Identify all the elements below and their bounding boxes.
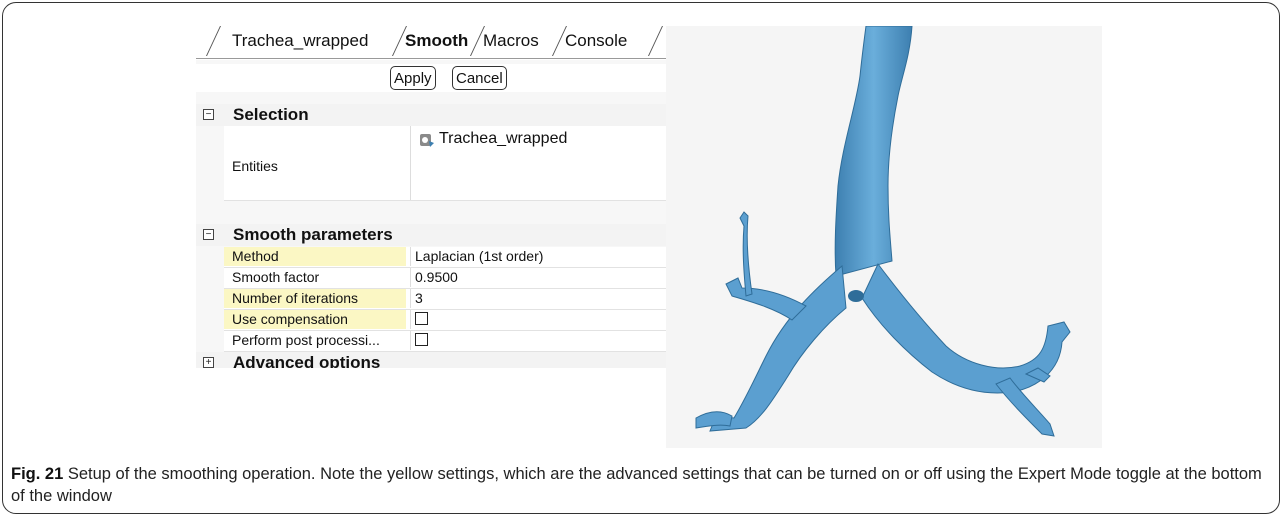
section-title: Advanced options [233, 353, 381, 368]
trachea-mesh-image [695, 25, 1071, 437]
expand-toggle-icon[interactable]: + [203, 357, 214, 368]
collapse-toggle-icon[interactable]: − [203, 229, 214, 240]
iterations-value[interactable]: 3 [410, 289, 668, 308]
param-row-use-compensation: Use compensation [224, 310, 668, 331]
use-compensation-checkbox[interactable] [415, 312, 428, 325]
tab-console[interactable]: Console [565, 28, 627, 54]
section-title: Smooth parameters [233, 225, 393, 244]
smooth-factor-value[interactable]: 0.9500 [410, 268, 668, 287]
caption-text: Setup of the smoothing operation. Note t… [11, 465, 1262, 505]
figure-number: Fig. 21 [11, 465, 64, 483]
section-advanced-options[interactable]: + Advanced options [196, 352, 668, 368]
section-selection[interactable]: − Selection [196, 104, 668, 126]
section-title: Selection [233, 105, 309, 124]
tab-divider [648, 26, 663, 56]
param-label: Use compensation [224, 310, 406, 329]
param-row-method: Method Laplacian (1st order) [224, 247, 668, 268]
use-compensation-cell [410, 310, 668, 329]
param-row-smooth-factor: Smooth factor 0.9500 [224, 268, 668, 289]
operation-panel: Trachea_wrapped Smooth Macros Console Ap… [196, 22, 668, 368]
entity-name: Trachea_wrapped [439, 130, 568, 147]
param-row-post-processing: Perform post processi... [224, 331, 668, 352]
post-processing-checkbox[interactable] [415, 333, 428, 346]
param-label: Smooth factor [232, 269, 320, 285]
tab-baseline [196, 58, 668, 59]
viewport-3d[interactable] [666, 25, 1102, 448]
tab-bar: Trachea_wrapped Smooth Macros Console [196, 22, 668, 60]
apply-button[interactable]: Apply [390, 66, 436, 90]
post-processing-cell [410, 331, 668, 350]
entities-value[interactable]: Trachea_wrapped [410, 126, 668, 200]
entities-label: Entities [232, 158, 278, 174]
collapse-toggle-icon[interactable]: − [203, 109, 214, 120]
tab-macros[interactable]: Macros [483, 28, 539, 54]
param-label: Method [224, 247, 406, 266]
section-smooth-parameters[interactable]: − Smooth parameters [196, 224, 668, 246]
tab-smooth[interactable]: Smooth [405, 28, 468, 54]
param-label: Perform post processi... [232, 332, 380, 348]
tab-trachea-wrapped[interactable]: Trachea_wrapped [232, 28, 368, 54]
tab-divider [206, 26, 221, 56]
method-value[interactable]: Laplacian (1st order) [410, 247, 668, 266]
figure-caption: Fig. 21 Setup of the smoothing operation… [11, 463, 1273, 507]
action-bar: Apply Cancel [196, 64, 668, 92]
cancel-button[interactable]: Cancel [452, 66, 507, 90]
mesh-part-icon [420, 134, 434, 147]
entities-row: Entities Trachea_wrapped [224, 126, 668, 201]
param-row-iterations: Number of iterations 3 [224, 289, 668, 310]
param-label: Number of iterations [224, 289, 406, 308]
